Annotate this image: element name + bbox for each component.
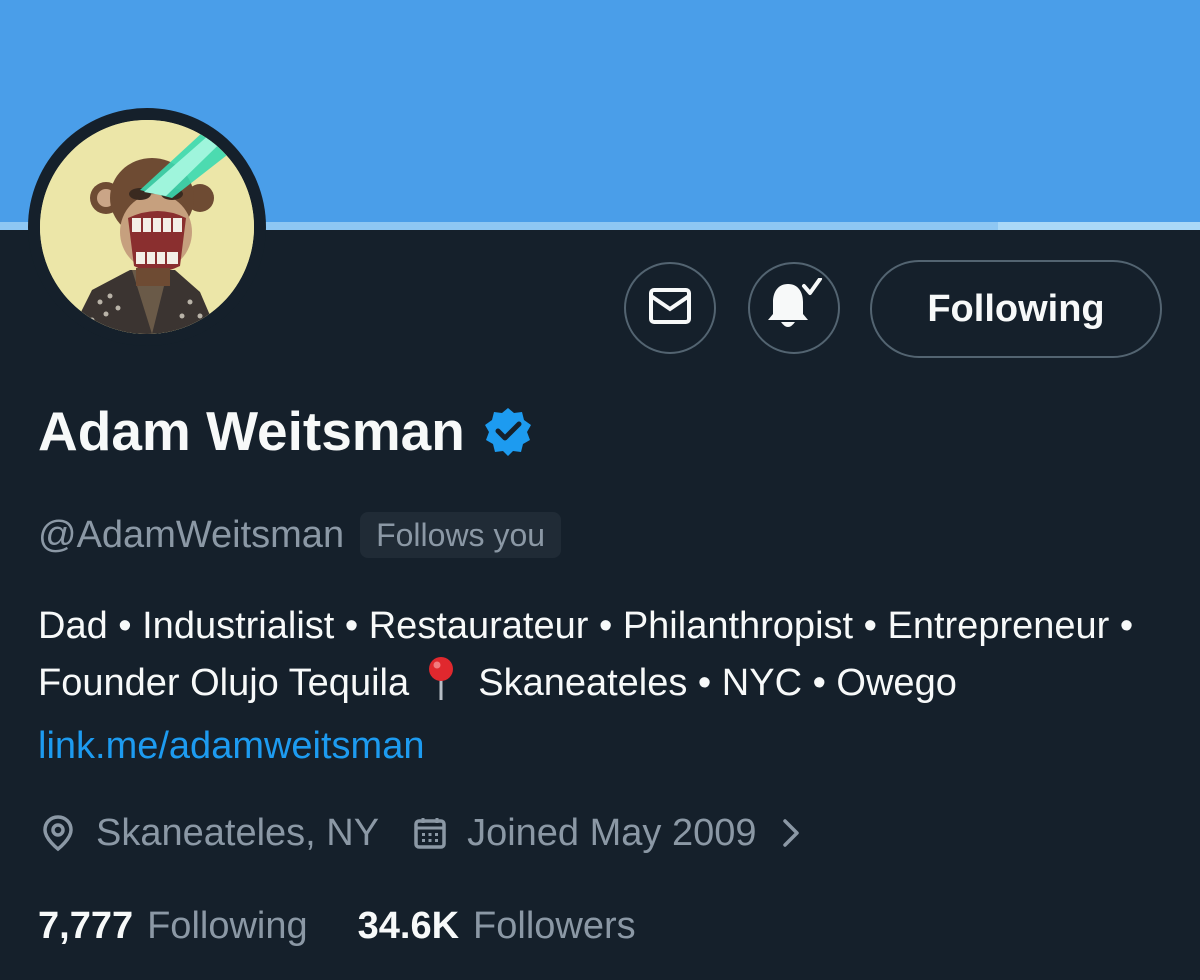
handle-row: @AdamWeitsman Follows you bbox=[38, 508, 562, 562]
bell-check-icon bbox=[764, 276, 824, 339]
message-button[interactable] bbox=[624, 262, 716, 354]
following-count: 7,777 bbox=[38, 905, 134, 947]
following-button[interactable]: Following bbox=[870, 260, 1162, 358]
followers-count: 34.6K bbox=[357, 905, 460, 947]
calendar-icon bbox=[413, 816, 447, 850]
username-handle: @AdamWeitsman bbox=[38, 514, 345, 556]
envelope-icon bbox=[648, 287, 692, 330]
follows-you-badge: Follows you bbox=[360, 512, 562, 558]
round-pushpin-icon bbox=[424, 655, 458, 718]
banner-bottom-highlight bbox=[998, 222, 1200, 230]
bio-text-continued: Skaneateles • NYC • Owego bbox=[478, 662, 957, 704]
joined-date: Joined May 2009 bbox=[467, 812, 757, 854]
profile-page: Following Adam Weitsman @AdamWeitsman Fo… bbox=[0, 0, 1200, 980]
display-name-row: Adam Weitsman bbox=[38, 396, 533, 466]
location-icon bbox=[40, 814, 76, 852]
avatar[interactable] bbox=[40, 120, 254, 334]
location-text: Skaneateles, NY bbox=[96, 812, 380, 854]
following-stat[interactable]: 7,777 Following bbox=[38, 898, 308, 954]
followers-stat[interactable]: 34.6K Followers bbox=[358, 898, 636, 954]
notifications-button[interactable] bbox=[748, 262, 840, 354]
follow-stats: 7,777 Following 34.6K Followers bbox=[38, 898, 636, 954]
profile-link[interactable]: link.me/adamweitsman bbox=[38, 725, 424, 767]
followers-label: Followers bbox=[473, 905, 636, 947]
verified-badge-icon[interactable] bbox=[483, 406, 533, 461]
profile-meta: Skaneateles, NY Joined May 2009 bbox=[40, 806, 800, 860]
bio: Dad • Industrialist • Restaurateur • Phi… bbox=[38, 598, 1168, 775]
chevron-right-icon[interactable] bbox=[782, 818, 800, 848]
following-label: Following bbox=[147, 905, 308, 947]
display-name: Adam Weitsman bbox=[38, 400, 465, 462]
